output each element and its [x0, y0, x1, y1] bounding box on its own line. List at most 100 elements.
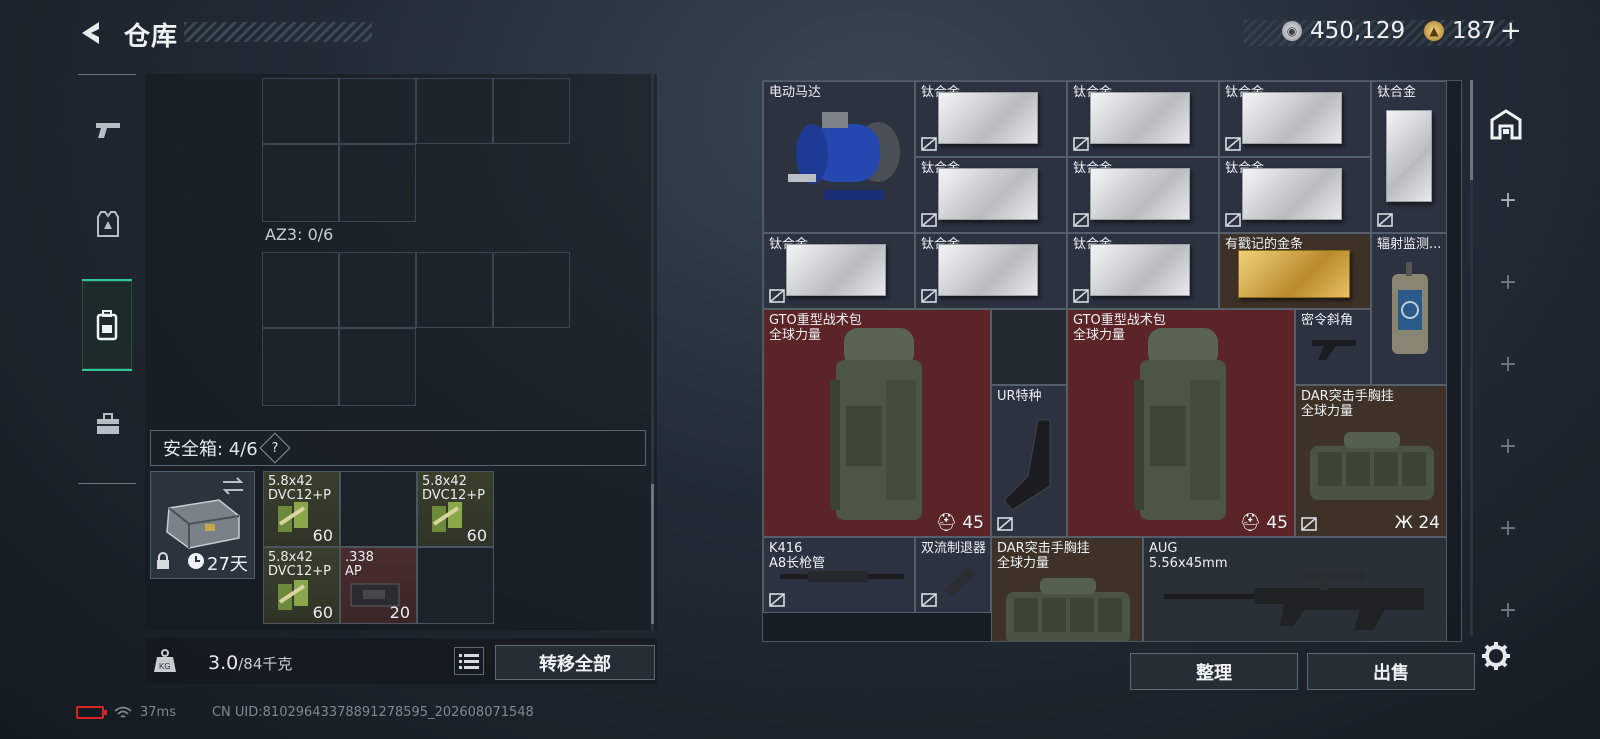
add-tab-button[interactable]: + — [1498, 598, 1518, 623]
item-foregrip[interactable]: 密令斜角 — [1295, 309, 1371, 385]
no-insure-icon — [1073, 137, 1089, 151]
item-name: 钛合金 — [1377, 85, 1417, 100]
weight-readout: 3.0/84千克 — [208, 652, 292, 674]
item-rifle-aug[interactable]: AUG 5.56x45mm — [1143, 537, 1447, 641]
electric-motor-icon — [788, 112, 900, 200]
swap-icon — [222, 477, 244, 495]
chest-rig-icon — [1310, 432, 1434, 500]
item-chest-rig[interactable]: DAR突击手胸挂 全球力量 Ж 24 — [1295, 385, 1447, 537]
scrollbar-thumb[interactable] — [651, 484, 654, 624]
settings-button[interactable] — [1480, 640, 1512, 672]
list-view-button[interactable] — [454, 647, 484, 675]
safe-box-capacity: 安全箱: 4/6 — [163, 439, 258, 460]
gold-currency[interactable]: ▲ 187 + — [1424, 18, 1522, 44]
nav-tools[interactable] — [84, 391, 132, 457]
right-scrollbar[interactable] — [1470, 80, 1473, 636]
radiation-monitor-icon — [1392, 262, 1428, 354]
add-tab-button[interactable]: + — [1498, 352, 1518, 377]
empty-slot[interactable] — [340, 471, 417, 547]
empty-slot[interactable] — [991, 309, 1067, 385]
sell-button[interactable]: 出售 — [1307, 653, 1475, 690]
item-barrel[interactable]: K416 A8长枪管 — [763, 537, 915, 613]
tab-warehouse[interactable] — [1484, 104, 1528, 144]
titanium-plate-icon — [938, 92, 1038, 144]
add-tab-button[interactable]: + — [1498, 434, 1518, 459]
no-insure-icon — [769, 593, 785, 607]
gold-amount: 187 — [1452, 18, 1496, 44]
item-name: UR特种 — [997, 389, 1042, 404]
empty-slot[interactable] — [339, 144, 416, 222]
item-titanium[interactable]: 钛合金 — [915, 233, 1067, 309]
muzzle-brake-icon — [944, 568, 976, 596]
empty-slot[interactable] — [262, 78, 339, 144]
add-tab-button[interactable]: + — [1498, 188, 1518, 213]
ammo-count: 60 — [312, 526, 333, 545]
gear-icon — [1482, 642, 1510, 670]
az3-slot[interactable] — [339, 328, 416, 406]
help-icon[interactable]: ? — [259, 432, 291, 464]
empty-slot[interactable] — [262, 144, 339, 222]
ammo-item[interactable]: 5.8x42 DVC12+P 60 — [417, 471, 494, 547]
no-insure-icon — [1225, 213, 1241, 227]
az3-slot[interactable] — [416, 252, 493, 328]
empty-slot[interactable] — [417, 547, 494, 624]
ammo-item[interactable]: .338 AP 20 — [340, 547, 417, 624]
add-tab-button[interactable]: + — [1498, 516, 1518, 541]
silver-amount: 450,129 — [1310, 18, 1406, 44]
nav-backpack[interactable] — [82, 279, 132, 371]
safe-case-item[interactable]: 27天 — [150, 471, 255, 579]
ammo-item[interactable]: 5.8x42 DVC12+P 60 — [263, 471, 340, 547]
silver-currency: ◉ 450,129 — [1282, 18, 1405, 44]
item-titanium[interactable]: 钛合金 — [1371, 81, 1447, 233]
rifle-stock-icon — [1003, 419, 1051, 511]
titanium-plate-icon — [786, 244, 886, 296]
ammo-box-icon — [278, 502, 308, 532]
ping-value: 37ms — [140, 705, 176, 720]
add-currency-button[interactable]: + — [1500, 18, 1522, 44]
scrollbar-thumb[interactable] — [1470, 80, 1473, 180]
nav-weapons[interactable] — [84, 97, 132, 163]
item-titanium[interactable]: 钛合金 — [763, 233, 915, 309]
empty-slot[interactable] — [339, 78, 416, 144]
titanium-plate-icon — [1090, 168, 1190, 220]
ammo-item[interactable]: 5.8x42 DVC12+P 60 — [263, 547, 340, 624]
az3-slot[interactable] — [493, 252, 570, 328]
add-tab-button[interactable]: + — [1498, 270, 1518, 295]
az3-slot[interactable] — [262, 252, 339, 328]
item-name: DAR突击手胸挂 全球力量 — [1301, 389, 1394, 419]
item-titanium[interactable]: 钛合金 — [1067, 233, 1219, 309]
item-gold-bar[interactable]: 有戳记的金条 — [1219, 233, 1371, 309]
empty-slot[interactable] — [416, 78, 493, 144]
item-backpack[interactable]: GTO重型战术包 全球力量 ⛑ 45 — [1067, 309, 1295, 537]
left-scrollbar[interactable] — [651, 74, 654, 630]
az3-capacity-label: AZ3: 0/6 — [265, 225, 334, 244]
item-stock[interactable]: UR特种 — [991, 385, 1067, 537]
item-name: 电动马达 — [769, 85, 822, 100]
item-chest-rig[interactable]: DAR突击手胸挂 全球力量 — [991, 537, 1143, 641]
item-backpack[interactable]: GTO重型战术包 全球力量 ⛑ 45 — [763, 309, 991, 537]
item-titanium[interactable]: 钛合金 — [915, 157, 1067, 233]
ammo-count: 60 — [466, 526, 487, 545]
ammo-count: 20 — [389, 603, 410, 622]
vest-icon: Ж — [1394, 513, 1413, 533]
back-button[interactable] — [76, 18, 104, 48]
item-titanium[interactable]: 钛合金 — [915, 81, 1067, 157]
item-titanium[interactable]: 钛合金 — [1219, 157, 1371, 233]
item-titanium[interactable]: 钛合金 — [1219, 81, 1371, 157]
nav-armor[interactable] — [84, 191, 132, 257]
ammo-box-icon — [278, 580, 308, 610]
item-radiation-monitor[interactable]: 辐射监测... — [1371, 233, 1447, 385]
item-motor[interactable]: 电动马达 — [763, 81, 915, 233]
safe-case-icon — [166, 499, 240, 549]
transfer-all-button[interactable]: 转移全部 — [495, 645, 655, 680]
az3-slot[interactable] — [262, 328, 339, 406]
no-insure-icon — [921, 593, 937, 607]
battery-icon — [76, 706, 107, 719]
empty-slot[interactable] — [493, 78, 570, 144]
item-titanium[interactable]: 钛合金 — [1067, 81, 1219, 157]
item-titanium[interactable]: 钛合金 — [1067, 157, 1219, 233]
sort-button[interactable]: 整理 — [1130, 653, 1298, 690]
az3-slot[interactable] — [339, 252, 416, 328]
item-muzzle-brake[interactable]: 双流制退器 — [915, 537, 991, 613]
item-badge: ⛑ 45 — [1239, 513, 1288, 533]
